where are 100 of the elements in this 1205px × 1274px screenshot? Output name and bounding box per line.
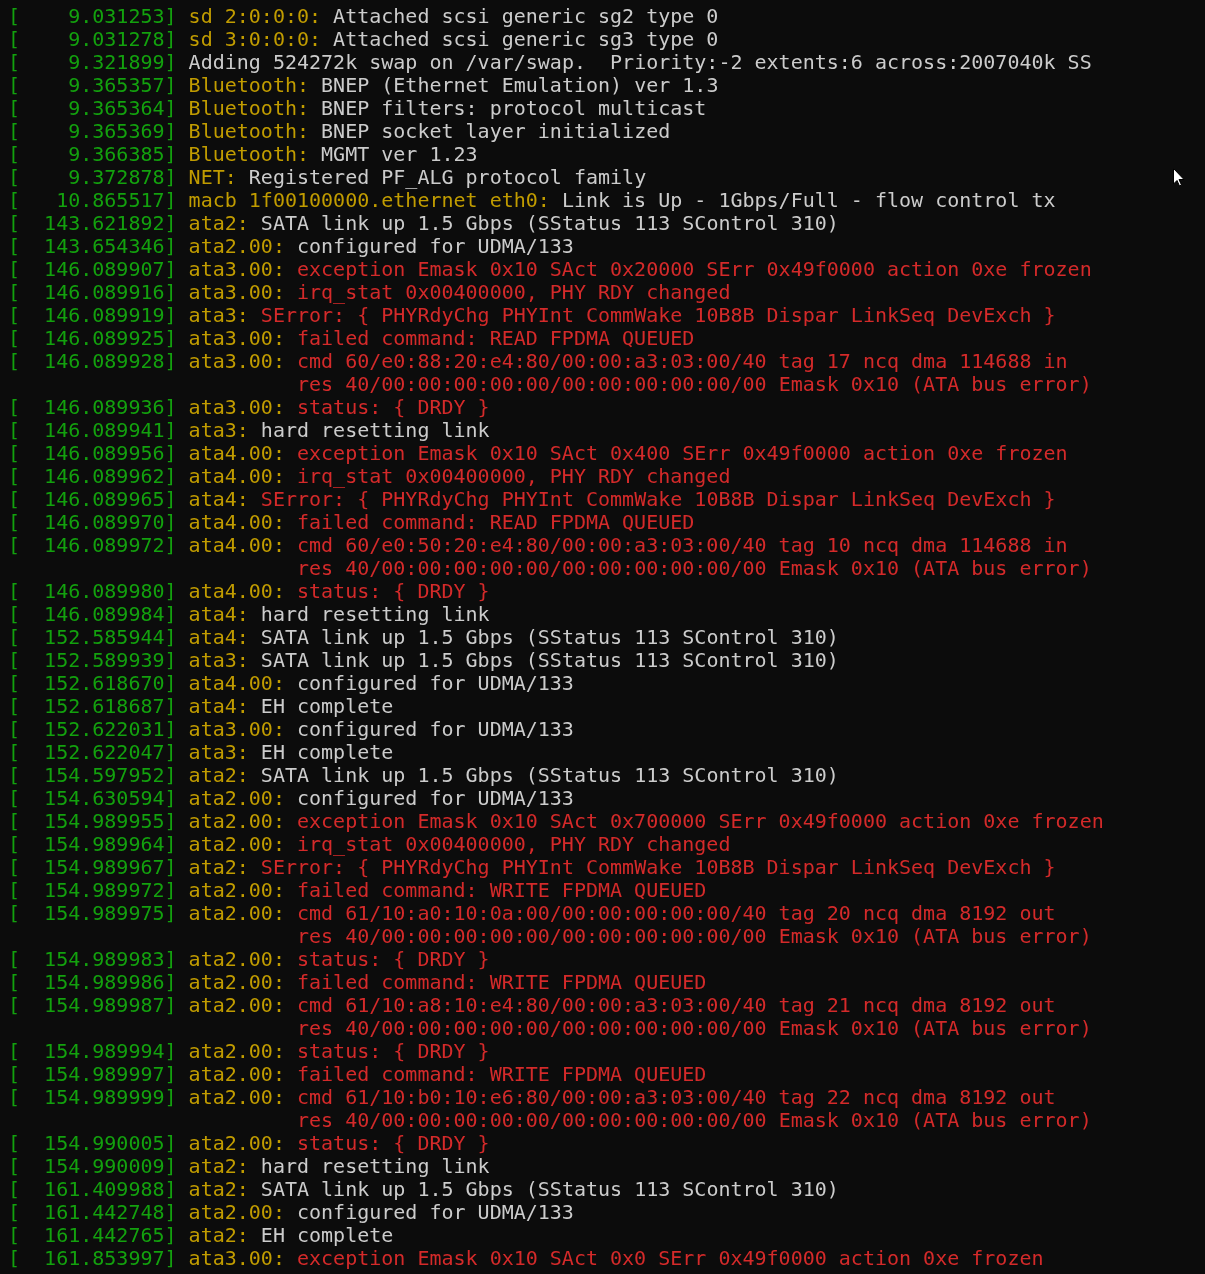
log-message: irq_stat 0x00400000, PHY RDY changed <box>296 281 731 304</box>
log-message: cmd 60/e0:88:20:e4:80/00:00:a3:03:00/40 tag 17 ncq dma 114688 in <box>296 350 1068 373</box>
log-source: Bluetooth: <box>188 74 310 97</box>
log-source: sd 3:0:0:0: <box>188 28 322 51</box>
log-source: ata2.00: <box>188 810 285 833</box>
log-source: ata3.00: <box>188 327 285 350</box>
log-message: SError: { PHYRdyChg PHYInt CommWake 10B8B Dispar LinkSeq DevExch } <box>260 856 1056 879</box>
timestamp: [ 152.622047] <box>8 741 177 764</box>
timestamp: [ 146.089919] <box>8 304 177 327</box>
log-source: ata2: <box>188 856 249 879</box>
log-source: ata2.00: <box>188 902 285 925</box>
log-message: status: { DRDY } <box>296 580 490 603</box>
log-source: ata4: <box>188 488 249 511</box>
log-message: EH complete <box>260 741 394 764</box>
log-source: ata4.00: <box>188 465 285 488</box>
log-message: BNEP socket layer initialized <box>321 120 671 143</box>
timestamp: [ 146.089965] <box>8 488 177 511</box>
timestamp: [ 146.089936] <box>8 396 177 419</box>
log-message: res 40/00:00:00:00:00/00:00:00:00:00/00 Emask 0x10 (ATA bus error) <box>297 557 1092 580</box>
timestamp: [ 154.989972] <box>8 879 177 902</box>
log-message: SError: { PHYRdyChg PHYInt CommWake 10B8B Dispar LinkSeq DevExch } <box>260 488 1056 511</box>
log-message: SError: { PHYRdyChg PHYInt CommWake 10B8B Dispar LinkSeq DevExch } <box>260 304 1056 327</box>
log-message: configured for UDMA/133 <box>296 672 574 695</box>
log-message: exception Emask 0x10 SAct 0x20000 SErr 0x49f0000 action 0xe frozen <box>296 258 1092 281</box>
log-source: ata3.00: <box>188 718 285 741</box>
log-source: ata3.00: <box>188 350 285 373</box>
log-source: Bluetooth: <box>188 97 310 120</box>
timestamp: [ 146.089941] <box>8 419 177 442</box>
log-message: BNEP filters: protocol multicast <box>321 97 707 120</box>
log-message: failed command: READ FPDMA QUEUED <box>296 511 695 534</box>
log-source: ata2: <box>188 212 249 235</box>
timestamp: [ 146.089956] <box>8 442 177 465</box>
log-message: irq_stat 0x00400000, PHY RDY changed <box>296 465 731 488</box>
log-message: irq_stat 0x00400000, PHY RDY changed <box>296 833 731 856</box>
log-source: ata2.00: <box>188 879 285 902</box>
log-message: cmd 61/10:a0:10:0a:00/00:00:00:00:00/40 tag 20 ncq dma 8192 out <box>296 902 1056 925</box>
log-source: ata4.00: <box>188 534 285 557</box>
log-message: failed command: WRITE FPDMA QUEUED <box>296 971 707 994</box>
timestamp: [ 154.989999] <box>8 1086 177 1109</box>
log-source: ata3: <box>188 304 249 327</box>
log-message: res 40/00:00:00:00:00/00:00:00:00:00/00 Emask 0x10 (ATA bus error) <box>297 1017 1092 1040</box>
timestamp: [ 154.989987] <box>8 994 177 1017</box>
timestamp: [ 146.089980] <box>8 580 177 603</box>
log-source: ata2.00: <box>188 833 285 856</box>
log-message: hard resetting link <box>260 1155 490 1178</box>
log-source: ata4.00: <box>188 672 285 695</box>
timestamp: [ 146.089984] <box>8 603 177 626</box>
log-source: ata2.00: <box>188 994 285 1017</box>
timestamp: [ 152.585944] <box>8 626 177 649</box>
log-source: NET: <box>188 166 237 189</box>
log-message: SATA link up 1.5 Gbps (SStatus 113 SControl 310) <box>260 1178 839 1201</box>
log-message: Attached scsi generic sg3 type 0 <box>333 28 719 51</box>
timestamp: [ 154.630594] <box>8 787 177 810</box>
log-message: EH complete <box>260 1224 394 1247</box>
timestamp: [ 154.990009] <box>8 1155 177 1178</box>
timestamp: [ 146.089916] <box>8 281 177 304</box>
log-source: ata3: <box>188 419 249 442</box>
log-message: failed command: READ FPDMA QUEUED <box>296 327 695 350</box>
log-message: SATA link up 1.5 Gbps (SStatus 113 SControl 310) <box>260 649 839 672</box>
log-source: ata2: <box>188 764 249 787</box>
mouse-pointer-icon <box>1173 168 1185 187</box>
log-source: ata3: <box>188 741 249 764</box>
log-message: Attached scsi generic sg2 type 0 <box>333 5 719 28</box>
log-message: SATA link up 1.5 Gbps (SStatus 113 SControl 310) <box>260 626 839 649</box>
log-source: ata3.00: <box>188 396 285 419</box>
log-message: configured for UDMA/133 <box>296 718 574 741</box>
timestamp: [ 146.089907] <box>8 258 177 281</box>
log-source: ata2.00: <box>188 971 285 994</box>
timestamp: [ 146.089928] <box>8 350 177 373</box>
log-source: ata2.00: <box>188 1063 285 1086</box>
timestamp: [ 161.409988] <box>8 1178 177 1201</box>
log-message: SATA link up 1.5 Gbps (SStatus 113 SControl 310) <box>260 764 839 787</box>
log-source: ata4: <box>188 626 249 649</box>
timestamp: [ 154.989955] <box>8 810 177 833</box>
log-message: exception Emask 0x10 SAct 0x700000 SErr 0x49f0000 action 0xe frozen <box>296 810 1104 833</box>
timestamp: [ 9.321899] <box>8 51 177 74</box>
timestamp: [ 9.372878] <box>8 166 177 189</box>
log-message: res 40/00:00:00:00:00/00:00:00:00:00/00 Emask 0x10 (ATA bus error) <box>297 1109 1092 1132</box>
log-message: exception Emask 0x10 SAct 0x0 SErr 0x49f0000 action 0xe frozen <box>296 1247 1044 1270</box>
log-message: hard resetting link <box>260 603 490 626</box>
log-message: hard resetting link <box>260 419 490 442</box>
timestamp: [ 154.597952] <box>8 764 177 787</box>
timestamp: [ 146.089972] <box>8 534 177 557</box>
log-message: cmd 61/10:b0:10:e6:80/00:00:a3:03:00/40 tag 22 ncq dma 8192 out <box>296 1086 1056 1109</box>
timestamp: [ 152.618687] <box>8 695 177 718</box>
timestamp: [ 154.989997] <box>8 1063 177 1086</box>
log-message: failed command: WRITE FPDMA QUEUED <box>296 879 707 902</box>
log-source: ata2: <box>188 1178 249 1201</box>
timestamp: [ 152.622031] <box>8 718 177 741</box>
log-source: ata3.00: <box>188 281 285 304</box>
log-source: ata4: <box>188 603 249 626</box>
log-source: ata2.00: <box>188 948 285 971</box>
log-source: ata2.00: <box>188 1201 285 1224</box>
log-source: ata3.00: <box>188 258 285 281</box>
timestamp: [ 154.990005] <box>8 1132 177 1155</box>
timestamp: [ 161.853997] <box>8 1247 177 1270</box>
log-source: ata2.00: <box>188 1040 285 1063</box>
log-source: ata4: <box>188 695 249 718</box>
log-message: configured for UDMA/133 <box>296 1201 574 1224</box>
timestamp: [ 9.365364] <box>8 97 177 120</box>
